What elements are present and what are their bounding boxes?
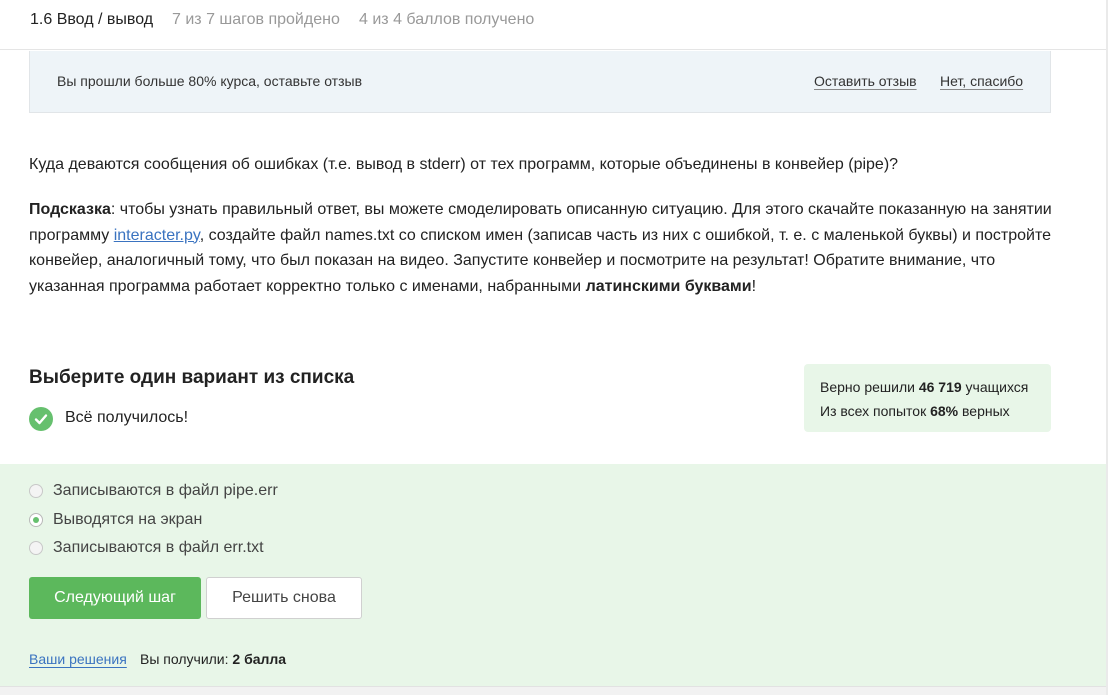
score-progress: 4 из 4 баллов получено [359, 11, 535, 28]
hint-paragraph: Подсказка: чтобы узнать правильный ответ… [29, 197, 1069, 299]
bottom-divider [0, 686, 1108, 695]
score-prefix: Вы получили: [140, 651, 233, 667]
stats-solved-suffix: учащихся [961, 379, 1029, 395]
stats-solved-count: 46 719 [918, 379, 962, 395]
option-screen[interactable]: Выводятся на экран [29, 510, 202, 530]
stats-panel: Верно решили 46 719 учащихся Из всех поп… [804, 364, 1051, 432]
success-message: Всё получилось! [65, 409, 189, 426]
option-label: Записываются в файл err.txt [53, 539, 264, 556]
hint-text-end: ! [751, 277, 757, 295]
stats-solved-prefix: Верно решили [820, 379, 919, 395]
score-value: 2 балла [232, 651, 287, 667]
stats-attempts-line: Из всех попыток 68% верных [820, 399, 1051, 423]
stats-solved-line: Верно решили 46 719 учащихся [820, 375, 1051, 399]
step-header: 1.6 Ввод / вывод 7 из 7 шагов пройдено 4… [0, 0, 1108, 50]
radio-button[interactable] [29, 484, 43, 498]
step-title: 1.6 Ввод / вывод [30, 11, 154, 28]
option-label: Выводятся на экран [53, 511, 203, 528]
next-step-button[interactable]: Следующий шаг [29, 577, 201, 619]
stats-attempts-prefix: Из всех попыток [820, 403, 931, 419]
radio-button[interactable] [29, 541, 43, 555]
option-label: Записываются в файл pipe.err [53, 482, 278, 499]
stats-attempts-percent: 68% [930, 403, 959, 419]
stats-attempts-suffix: верных [958, 403, 1010, 419]
interacter-link[interactable]: interacter.py [114, 227, 200, 244]
steps-progress: 7 из 7 шагов пройдено [172, 11, 340, 28]
feedback-banner-text: Вы прошли больше 80% курса, оставьте отз… [57, 73, 363, 89]
question-text: Куда деваются сообщения об ошибках (т.е.… [29, 156, 899, 173]
hint-label: Подсказка [29, 201, 111, 218]
solve-again-button[interactable]: Решить снова [206, 577, 362, 619]
check-circle-icon [29, 407, 53, 431]
quiz-title: Выберите один вариант из списка [29, 367, 355, 388]
answer-section: Записываются в файл pipe.err Выводятся н… [0, 464, 1108, 686]
hint-bold-latin: латинскими буквами [585, 277, 752, 295]
leave-review-link[interactable]: Оставить отзыв [814, 73, 917, 89]
radio-button-selected[interactable] [29, 513, 43, 527]
option-pipe-err[interactable]: Записываются в файл pipe.err [29, 481, 278, 501]
your-solutions-link[interactable]: Ваши решения [29, 651, 127, 667]
option-err-txt[interactable]: Записываются в файл err.txt [29, 538, 264, 558]
score-result: Вы получили: 2 балла [140, 651, 286, 667]
feedback-banner: Вы прошли больше 80% курса, оставьте отз… [29, 51, 1051, 113]
decline-review-link[interactable]: Нет, спасибо [940, 73, 1023, 89]
